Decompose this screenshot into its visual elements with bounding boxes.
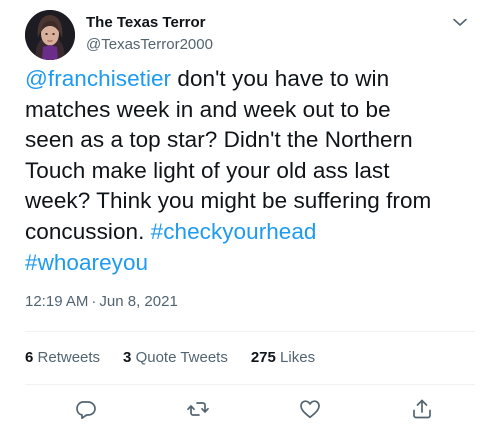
divider: [25, 384, 475, 385]
tweet-text-line: concussion. #checkyourhead: [25, 217, 475, 248]
share-icon[interactable]: [410, 397, 434, 421]
quote-tweets-count: 3: [123, 349, 132, 366]
quote-tweets-stat[interactable]: 3 Quote Tweets: [123, 349, 228, 367]
retweets-count: 6: [25, 349, 34, 366]
retweet-icon[interactable]: [186, 397, 210, 421]
tweet-text-segment: matches week in and week out to be: [25, 96, 391, 122]
engagement-stats: 6 Retweets 3 Quote Tweets 275 Likes: [25, 349, 338, 367]
tweet-text: @franchisetier don't you have to win matc…: [25, 64, 475, 278]
author-name[interactable]: The Texas Terror: [86, 14, 206, 32]
quote-tweets-label: Quote Tweets: [135, 349, 228, 366]
tweet-text-line: Touch make light of your old ass last: [25, 156, 475, 187]
divider: [25, 331, 475, 332]
avatar-photo-icon: [25, 10, 75, 60]
hashtag-link[interactable]: #whoareyou: [25, 250, 148, 275]
author-handle[interactable]: @TexasTerror2000: [86, 36, 213, 54]
tweet-text-segment: week? Think you might be suffering from: [25, 188, 432, 214]
tweet-text-line: week? Think you might be suffering from: [25, 186, 475, 217]
heart-icon[interactable]: [298, 397, 322, 421]
likes-label: Likes: [280, 349, 316, 366]
tweet-card: The Texas Terror @TexasTerror2000 @franc…: [0, 0, 480, 435]
tweet-text-segment: Touch make light of your old ass last: [25, 157, 390, 183]
retweets-label: Retweets: [37, 349, 101, 366]
tweet-text-segment: seen as a top star? Didn't the Northern: [25, 127, 413, 153]
tweet-text-line: seen as a top star? Didn't the Northern: [25, 125, 475, 156]
chevron-down-icon[interactable]: [448, 10, 472, 34]
likes-count: 275: [250, 349, 276, 366]
retweets-stat[interactable]: 6 Retweets: [25, 349, 100, 367]
tweet-timestamp[interactable]: 12:19 AM · Jun 8, 2021: [25, 293, 178, 311]
avatar[interactable]: [25, 10, 75, 60]
tweet-text-line: matches week in and week out to be: [25, 95, 475, 126]
tweet-date[interactable]: Jun 8, 2021: [99, 293, 177, 310]
timestamp-separator: ·: [91, 293, 97, 310]
tweet-text-segment: don't you have to win: [171, 66, 390, 91]
tweet-text-segment: concussion.: [25, 218, 151, 244]
likes-stat[interactable]: 275 Likes: [251, 349, 315, 367]
hashtag-link[interactable]: #checkyourhead: [151, 219, 317, 244]
reply-icon[interactable]: [74, 397, 98, 421]
tweet-text-line: #whoareyou: [25, 248, 475, 279]
tweet-time[interactable]: 12:19 AM: [25, 293, 88, 310]
mention-link[interactable]: @franchisetier: [25, 66, 171, 91]
tweet-text-line: @franchisetier don't you have to win: [25, 64, 475, 95]
